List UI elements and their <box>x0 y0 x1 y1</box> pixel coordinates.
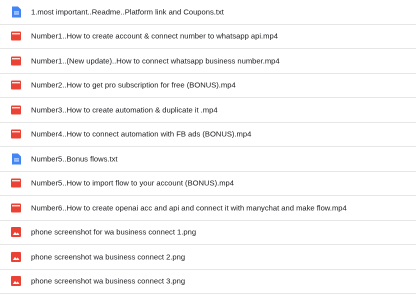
file-row[interactable]: Number1..(New update)..How to connect wh… <box>0 49 416 74</box>
file-row[interactable]: Number3..How to create automation & dupl… <box>0 98 416 123</box>
file-name: phone screenshot wa business connect 2.p… <box>31 252 186 262</box>
file-name: phone screenshot for wa business connect… <box>31 227 197 237</box>
file-row[interactable]: phone screenshot wa business connect 3.p… <box>0 270 416 294</box>
file-row[interactable]: Number2..How to get pro subscription for… <box>0 74 416 98</box>
file-name: phone screenshot wa business connect 3.p… <box>31 276 186 286</box>
file-row[interactable]: Number4..How to connect automation with … <box>0 123 416 147</box>
file-name: Number3..How to create automation & dupl… <box>31 105 218 115</box>
doc-icon <box>12 6 21 18</box>
file-list: 1.most important..Readme..Platform link … <box>0 0 416 300</box>
image-icon <box>11 276 21 287</box>
file-row[interactable]: Number6..How to create openai acc and ap… <box>0 196 416 221</box>
file-name: 1.most important..Readme..Platform link … <box>31 7 224 17</box>
video-icon <box>11 178 21 188</box>
file-name: Number1..(New update)..How to connect wh… <box>31 56 280 66</box>
image-icon <box>11 227 21 238</box>
file-name: Number5..Bonus flows.txt <box>31 154 118 164</box>
file-row[interactable]: Number1..How to create account & connect… <box>0 25 416 49</box>
file-name: Number6..How to create openai acc and ap… <box>31 203 347 213</box>
file-row[interactable]: phone screenshot for wa business connect… <box>0 221 416 245</box>
video-icon <box>11 129 21 139</box>
doc-icon <box>12 153 21 165</box>
file-name: Number5..How to import flow to your acco… <box>31 178 234 188</box>
image-icon <box>11 251 21 262</box>
file-row[interactable]: 1.most important..Readme..Platform link … <box>0 0 416 25</box>
video-icon <box>11 56 21 66</box>
file-row[interactable]: Number5..Bonus flows.txt <box>0 147 416 172</box>
file-name: Number4..How to connect automation with … <box>31 129 252 139</box>
video-icon <box>11 31 21 41</box>
file-name: Number2..How to get pro subscription for… <box>31 80 236 90</box>
video-icon <box>11 203 21 213</box>
video-icon <box>11 80 21 90</box>
file-name: Number1..How to create account & connect… <box>31 31 278 41</box>
video-icon <box>11 105 21 115</box>
file-row[interactable]: Number5..How to import flow to your acco… <box>0 172 416 196</box>
file-row[interactable]: phone screenshot wa business connect 2.p… <box>0 245 416 270</box>
